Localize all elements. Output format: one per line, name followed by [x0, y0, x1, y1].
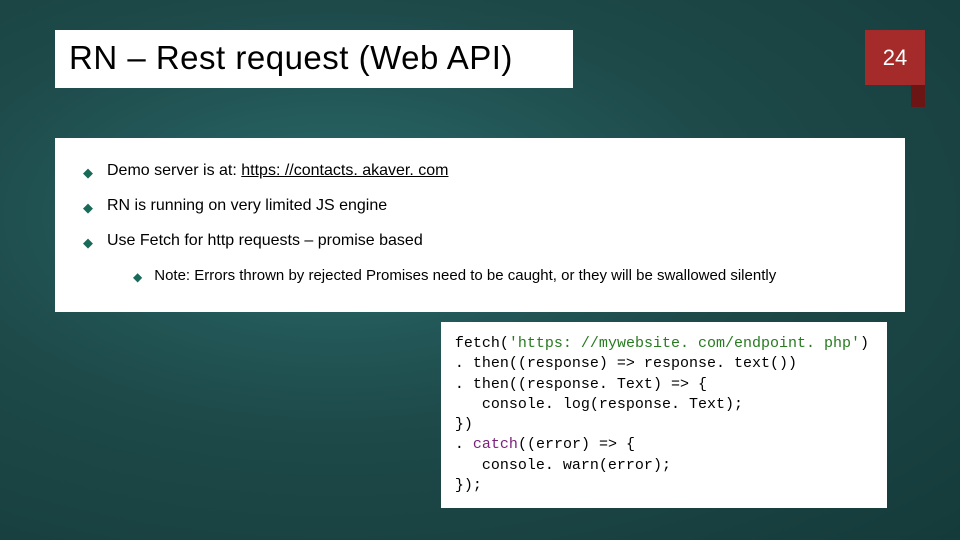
bullet-item: ◆ Demo server is at: https: //contacts. …	[83, 162, 885, 181]
code-line: console. log(response. Text);	[455, 396, 743, 413]
accent-stripe	[911, 85, 925, 107]
slide-title: RN – Rest request (Web API)	[55, 30, 573, 88]
bullet-arrow-icon: ◆	[83, 165, 93, 181]
code-line: })	[455, 416, 473, 433]
bullet-text: Note: Errors thrown by rejected Promises…	[154, 267, 885, 284]
slide-body: ◆ Demo server is at: https: //contacts. …	[55, 138, 905, 312]
page-number: 24	[865, 30, 925, 85]
code-block: fetch('https: //mywebsite. com/endpoint.…	[441, 322, 887, 508]
sub-bullet-group: ◆ Note: Errors thrown by rejected Promis…	[133, 267, 885, 284]
code-line: . then((response) => response. text())	[455, 355, 797, 372]
string-literal: 'https: //mywebsite. com/endpoint. php'	[509, 335, 860, 352]
code-line: . catch((error) => {	[455, 436, 635, 453]
bullet-item: ◆ Use Fetch for http requests – promise …	[83, 232, 885, 251]
bullet-prefix: Demo server is at:	[107, 162, 241, 179]
bullet-text: RN is running on very limited JS engine	[107, 197, 885, 215]
sub-bullet-item: ◆ Note: Errors thrown by rejected Promis…	[133, 267, 885, 284]
bullet-arrow-icon: ◆	[133, 270, 142, 284]
bullet-text: Demo server is at: https: //contacts. ak…	[107, 162, 885, 180]
bullet-arrow-icon: ◆	[83, 200, 93, 216]
code-line: console. warn(error);	[455, 457, 671, 474]
bullet-arrow-icon: ◆	[83, 235, 93, 251]
bullet-item: ◆ RN is running on very limited JS engin…	[83, 197, 885, 216]
code-line: fetch('https: //mywebsite. com/endpoint.…	[455, 335, 869, 352]
slide: RN – Rest request (Web API) 24 ◆ Demo se…	[0, 0, 960, 540]
demo-server-link[interactable]: https: //contacts. akaver. com	[241, 162, 448, 179]
keyword-catch: catch	[473, 436, 518, 453]
bullet-text: Use Fetch for http requests – promise ba…	[107, 232, 885, 250]
code-line: });	[455, 477, 482, 494]
slide-header: RN – Rest request (Web API) 24	[55, 30, 905, 88]
code-line: . then((response. Text) => {	[455, 376, 707, 393]
